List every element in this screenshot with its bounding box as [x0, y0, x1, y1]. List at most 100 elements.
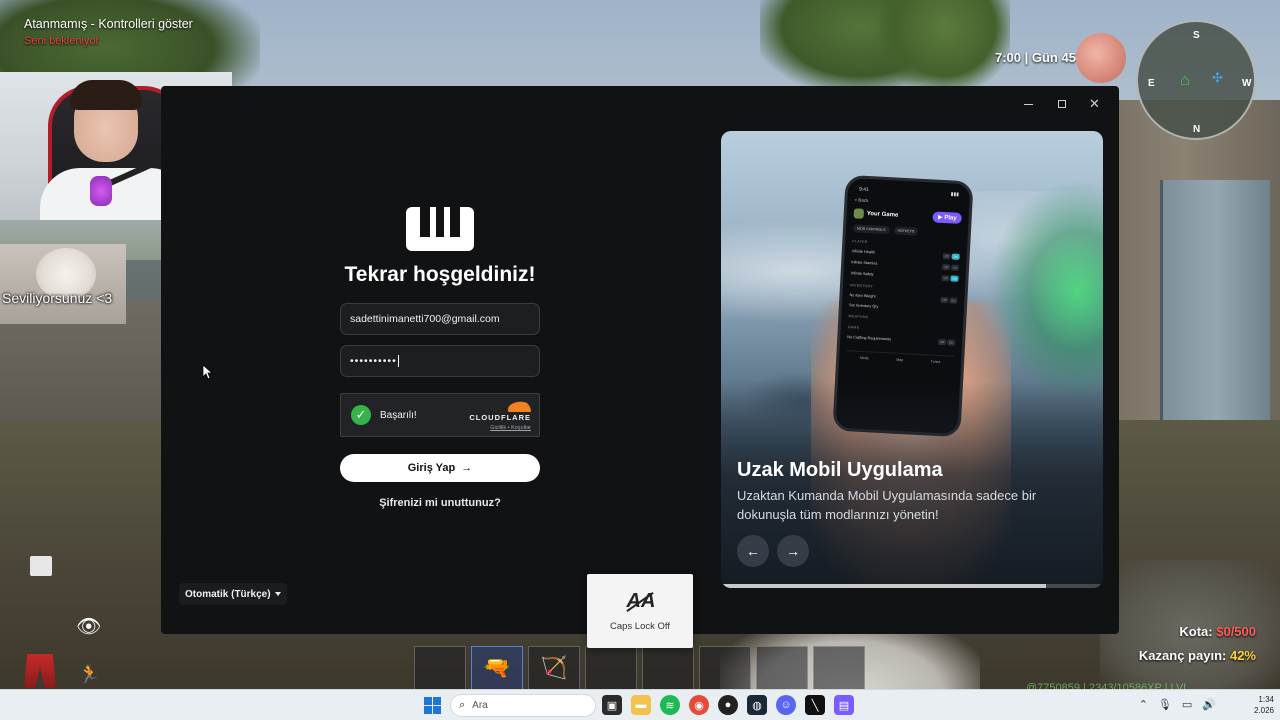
phone-back: < Back: [854, 197, 869, 204]
carousel-controls: ← →: [737, 535, 809, 567]
captcha-links[interactable]: Gizlilik • Koşullar: [469, 425, 531, 431]
toggle-off: Off: [940, 296, 949, 304]
caps-lock-icon: A A: [626, 590, 656, 612]
compass-south: S: [1193, 30, 1200, 41]
hotbar-slot-8[interactable]: [813, 646, 865, 690]
hotbar-slot-3[interactable]: 🏹: [528, 646, 580, 690]
file-explorer-icon[interactable]: ▬: [631, 695, 651, 715]
caps-lock-indicator: A A Caps Lock Off: [587, 574, 693, 648]
hotbar-slot-5[interactable]: [642, 646, 694, 690]
phone-bottom-nav: Mods Map Tunes: [846, 350, 955, 365]
taskbar-clock[interactable]: 1:34 2.026: [1254, 694, 1274, 716]
maximize-button[interactable]: [1045, 94, 1078, 114]
toggle-off: Off: [938, 338, 947, 346]
cloudflare-captcha[interactable]: ✓ Başarılı! CLOUDFLARE Gizlilik • Koşull…: [340, 393, 540, 437]
app-logo: [406, 207, 474, 251]
login-button[interactable]: Giriş Yap →: [340, 454, 540, 482]
caps-lock-label: Caps Lock Off: [609, 621, 671, 632]
hud-quota: Kota: $0/500: [1179, 624, 1256, 639]
close-button[interactable]: ✕: [1078, 94, 1111, 114]
language-select[interactable]: Otomatik (Türkçe): [179, 583, 287, 605]
hotbar-slot-1[interactable]: [414, 646, 466, 690]
mouse-cursor-icon: [203, 365, 213, 380]
microphone-icon[interactable]: 🎙: [1158, 698, 1172, 711]
phone-row-label: No Item Weight: [849, 293, 876, 299]
password-value: ••••••••••: [350, 355, 397, 367]
minimize-icon: [1024, 103, 1033, 105]
phone-row: No Crafting Requirements Off On: [847, 334, 956, 346]
hotbar-slot-2[interactable]: 🔫: [471, 646, 523, 690]
chevron-up-icon[interactable]: ⌃: [1139, 698, 1148, 711]
compass-west: W: [1242, 78, 1252, 89]
task-view-icon[interactable]: ▣: [602, 695, 622, 715]
quota-label: Kota:: [1179, 624, 1213, 639]
phone-row-label: Infinite Stamina: [851, 260, 878, 266]
hotbar-slot-7[interactable]: [756, 646, 808, 690]
compass-minimap: S N E W ⌂ ✣: [1136, 20, 1256, 140]
phone-toggle: Off On: [941, 263, 960, 271]
chrome-icon[interactable]: ◉: [689, 695, 709, 715]
player-sub-status: Seni bekleniyor: [24, 35, 100, 47]
toggle-on: On: [951, 253, 960, 260]
cat-overlay-image: [0, 244, 126, 324]
phone-tab-mod-controls: MOD CONTROLS: [852, 224, 890, 235]
keycard-icon: [30, 556, 52, 576]
spotify-icon[interactable]: ≋: [660, 695, 680, 715]
hotbar: 🔫 🏹: [414, 646, 865, 690]
login-button-label: Giriş Yap: [407, 462, 456, 474]
wemod-icon[interactable]: ▤: [834, 695, 854, 715]
carousel-progress-fill: [721, 584, 1046, 588]
system-tray: ⌃ 🎙 ▭ 🔊: [1139, 698, 1216, 711]
hotbar-slot-4[interactable]: [585, 646, 637, 690]
email-value: sadettinimanetti700@gmail.com: [350, 313, 500, 325]
hotbar-slot-6[interactable]: [699, 646, 751, 690]
carousel-progress: [721, 584, 1103, 588]
cat-caption: Seviliyorsunuz <3: [2, 290, 113, 306]
start-tile: [424, 697, 432, 705]
volume-icon[interactable]: 🔊: [1202, 698, 1216, 711]
carousel-next-button[interactable]: →: [777, 535, 809, 567]
toggle-on: On: [949, 297, 958, 304]
password-field[interactable]: ••••••••••: [340, 345, 540, 377]
page-title: Tekrar hoşgeldiniz!: [344, 263, 536, 286]
phone-game: Your Game: [853, 207, 899, 220]
phone-nav-tunes: Tunes: [930, 359, 941, 365]
network-icon[interactable]: ▭: [1182, 698, 1192, 711]
steam-icon[interactable]: ◍: [747, 695, 767, 715]
hud-player-status: Atanmamış - Kontrolleri göster Seni bekl…: [24, 17, 193, 47]
toggle-off: Off: [942, 253, 951, 260]
phone-game-name: Your Game: [866, 210, 899, 219]
phone-row-label: Set Inventory Qty: [848, 303, 879, 309]
phone-toggle: Off On: [940, 296, 958, 304]
taskbar-search[interactable]: ⌕ Ara: [450, 694, 596, 717]
forgot-password-link[interactable]: Şifrenizi mi unuttunuz?: [340, 497, 540, 509]
carousel-prev-button[interactable]: ←: [737, 535, 769, 567]
phone-row-label: No Crafting Requirements: [847, 335, 892, 342]
phone-time: 9:41: [858, 186, 869, 194]
windows-taskbar: ⌕ Ara ▣ ▬ ≋ ◉ ● ◍ ☺ ╲ ▤ ⌃ 🎙 ▭ 🔊 1:34 2.0…: [0, 689, 1280, 720]
phone-signal-icon: ▮▮▮: [950, 191, 960, 198]
phone-section-player: PLAYER: [852, 239, 868, 245]
microphone-icon: [90, 176, 112, 206]
promo-title: Uzak Mobil Uygulama: [737, 459, 943, 481]
moon-icon: [1076, 33, 1126, 83]
toggle-off: Off: [941, 274, 950, 282]
promo-carousel: 9:41 ▮▮▮ < Back Your Game ▶ Play MOD CON…: [721, 131, 1103, 588]
phone-section-game: GAME: [847, 325, 860, 330]
phone-toggle: Off On: [938, 338, 956, 346]
minimize-button[interactable]: [1012, 94, 1045, 114]
phone-play-button: ▶ Play: [932, 211, 962, 224]
discord-icon[interactable]: ☺: [776, 695, 796, 715]
compass-east: E: [1148, 78, 1155, 89]
arrow-right-icon: →: [461, 462, 473, 474]
phone-tabs: MOD CONTROLS HOTKEYS: [852, 224, 961, 238]
cloudflare-logo-icon: [505, 400, 531, 412]
clock-time: 1:34: [1258, 695, 1274, 704]
terminal-icon[interactable]: ╲: [805, 695, 825, 715]
phone-status-bar: 9:41 ▮▮▮: [855, 186, 963, 198]
start-tile: [433, 706, 441, 714]
app-icon[interactable]: ●: [718, 695, 738, 715]
chevron-down-icon: [274, 592, 281, 596]
email-field[interactable]: sadettinimanetti700@gmail.com: [340, 303, 540, 335]
windows-start-button[interactable]: [424, 697, 441, 714]
